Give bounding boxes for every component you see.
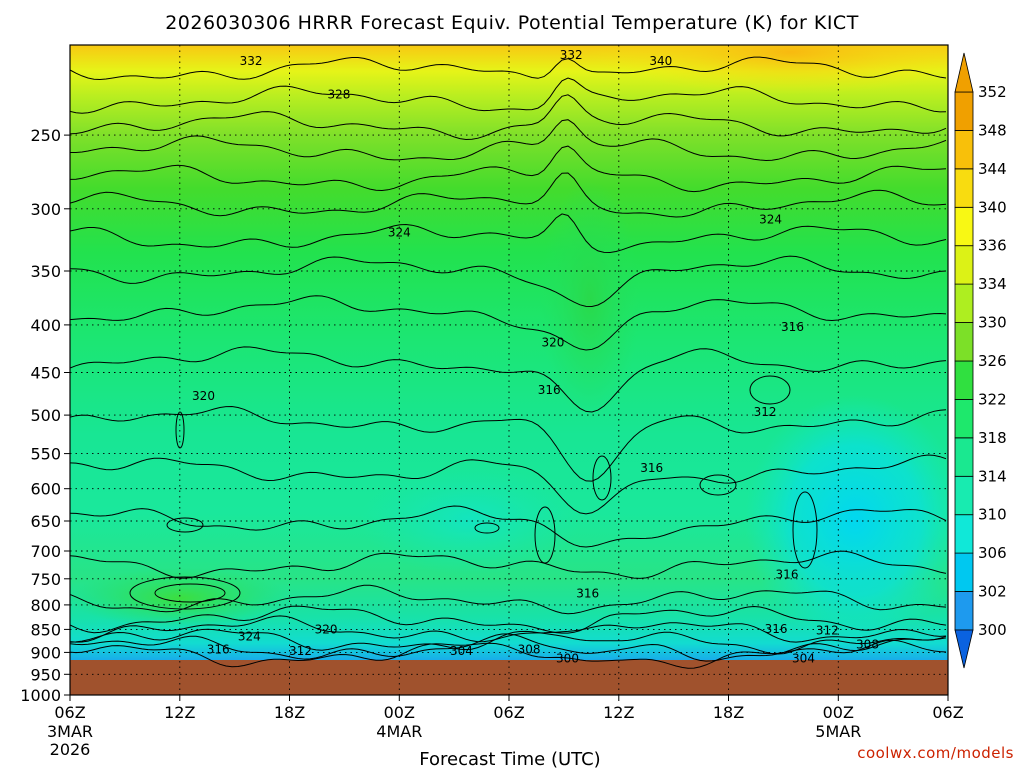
contour-label: 316 <box>776 568 799 582</box>
colorbar-tick-label: 326 <box>978 352 1007 370</box>
colorbar-tick-label: 302 <box>978 583 1007 601</box>
colorbar-segment <box>954 360 974 400</box>
colorbar-segment <box>954 168 974 208</box>
x-date-label: 3MAR <box>47 722 93 741</box>
colorbar-tick-label: 330 <box>978 314 1007 332</box>
colorbar-segment <box>954 91 974 131</box>
colorbar-arrow-high <box>954 52 974 93</box>
colorbar-tick-label: 334 <box>978 275 1007 293</box>
colorbar-tick-label: 318 <box>978 429 1007 447</box>
contour-label: 324 <box>238 629 261 643</box>
colorbar-segment <box>954 437 974 477</box>
y-axis: 250 300 350 400 450 500 550 600 650 700 750 800 850 9… <box>20 126 70 705</box>
contour-label: 316 <box>640 461 663 475</box>
y-tick-label: 600 <box>30 480 61 499</box>
colorbar-segment <box>954 206 974 247</box>
x-tick-label: 12Z <box>603 703 634 722</box>
y-tick-label: 300 <box>30 200 61 219</box>
cyan-region-right <box>745 395 948 645</box>
colorbar-tick-label: 306 <box>978 544 1007 562</box>
colorbar-tick-label: 336 <box>978 237 1007 255</box>
colorbar-segment <box>954 514 974 554</box>
contour-label: 300 <box>556 652 579 666</box>
colorbar-segment <box>954 245 974 285</box>
contour-label: 316 <box>207 642 230 656</box>
contour-label: 312 <box>816 623 839 637</box>
y-tick-label: 850 <box>30 620 61 639</box>
chart-title: 2026030306 HRRR Forecast Equiv. Potentia… <box>165 12 859 34</box>
contour-label: 308 <box>856 637 879 651</box>
contour-label: 340 <box>649 54 672 68</box>
colorbar-tick-label: 344 <box>978 160 1007 178</box>
colorbar-tick-label: 300 <box>978 621 1007 639</box>
contour-label: 328 <box>327 87 350 101</box>
y-tick-label: 450 <box>30 364 61 383</box>
x-axis-label: Forecast Time (UTC) <box>419 749 600 768</box>
y-tick-label: 750 <box>30 570 61 589</box>
x-tick-label: 00Z <box>823 703 854 722</box>
y-tick-label: 700 <box>30 542 61 561</box>
contour-label: 320 <box>315 622 338 636</box>
contour-label: 316 <box>781 320 804 334</box>
x-tick-label: 18Z <box>713 703 744 722</box>
contour-label: 320 <box>192 389 215 403</box>
x-date-label: 4MAR <box>376 722 422 741</box>
contour-label: 324 <box>388 225 411 239</box>
x-tick-label: 12Z <box>164 703 195 722</box>
y-tick-label: 400 <box>30 316 61 335</box>
contour-label: 320 <box>541 336 564 350</box>
y-tick-label: 800 <box>30 596 61 615</box>
y-tick-label: 550 <box>30 445 61 464</box>
colorbar-tick-label: 310 <box>978 506 1007 524</box>
contour-label: 316 <box>538 383 561 397</box>
plot-area: 332 332 340 328 324 324 320 320 316 316 312 316 316 3… <box>70 45 948 695</box>
y-tick-label: 250 <box>30 126 61 145</box>
colorbar-tick-label: 322 <box>978 390 1007 408</box>
contour-label: 312 <box>754 405 777 419</box>
colorbar-segment <box>954 591 974 631</box>
x-tick-label: 06Z <box>54 703 85 722</box>
contour-label: 332 <box>240 54 263 68</box>
colorbar-tick-label: 352 <box>978 83 1007 101</box>
contour-label: 316 <box>765 622 788 636</box>
y-tick-label: 350 <box>30 262 61 281</box>
x-tick-label: 06Z <box>932 703 963 722</box>
colorbar-segment <box>954 129 974 170</box>
colorbar-tick-label: 340 <box>978 198 1007 216</box>
y-tick-label: 650 <box>30 512 61 531</box>
colorbar-tick-label: 314 <box>978 467 1007 485</box>
y-tick-label: 900 <box>30 643 61 662</box>
y-tick-label: 500 <box>30 406 61 425</box>
y-tick-label: 950 <box>30 665 61 684</box>
x-tick-label: 06Z <box>493 703 524 722</box>
colorbar-segment <box>954 398 974 439</box>
contour-label: 316 <box>576 587 599 601</box>
x-tick-label: 18Z <box>274 703 305 722</box>
colorbar-segment <box>954 322 974 362</box>
contour-label: 308 <box>518 642 541 656</box>
chart-svg: 2026030306 HRRR Forecast Equiv. Potentia… <box>20 12 1014 768</box>
colorbar-tick-label: 348 <box>978 121 1007 139</box>
x-date-label: 5MAR <box>815 722 861 741</box>
colorbar-segment <box>954 283 974 323</box>
x-tick-label: 00Z <box>384 703 415 722</box>
contour-label: 324 <box>759 212 782 226</box>
colorbar-segment <box>954 552 974 592</box>
colorbar-arrow-low <box>954 629 974 669</box>
contour-label: 304 <box>792 652 815 666</box>
colorbar: 300 302 306 310 314 318 322 326 330 334 336 340 344 3… <box>954 52 1007 669</box>
colorbar-segment <box>954 475 974 516</box>
contour-label: 312 <box>289 644 312 658</box>
contour-label: 332 <box>560 48 583 62</box>
credit-text: coolwx.com/models <box>857 744 1014 762</box>
x-date-label: 2026 <box>50 740 91 759</box>
contour-label: 304 <box>450 644 473 658</box>
